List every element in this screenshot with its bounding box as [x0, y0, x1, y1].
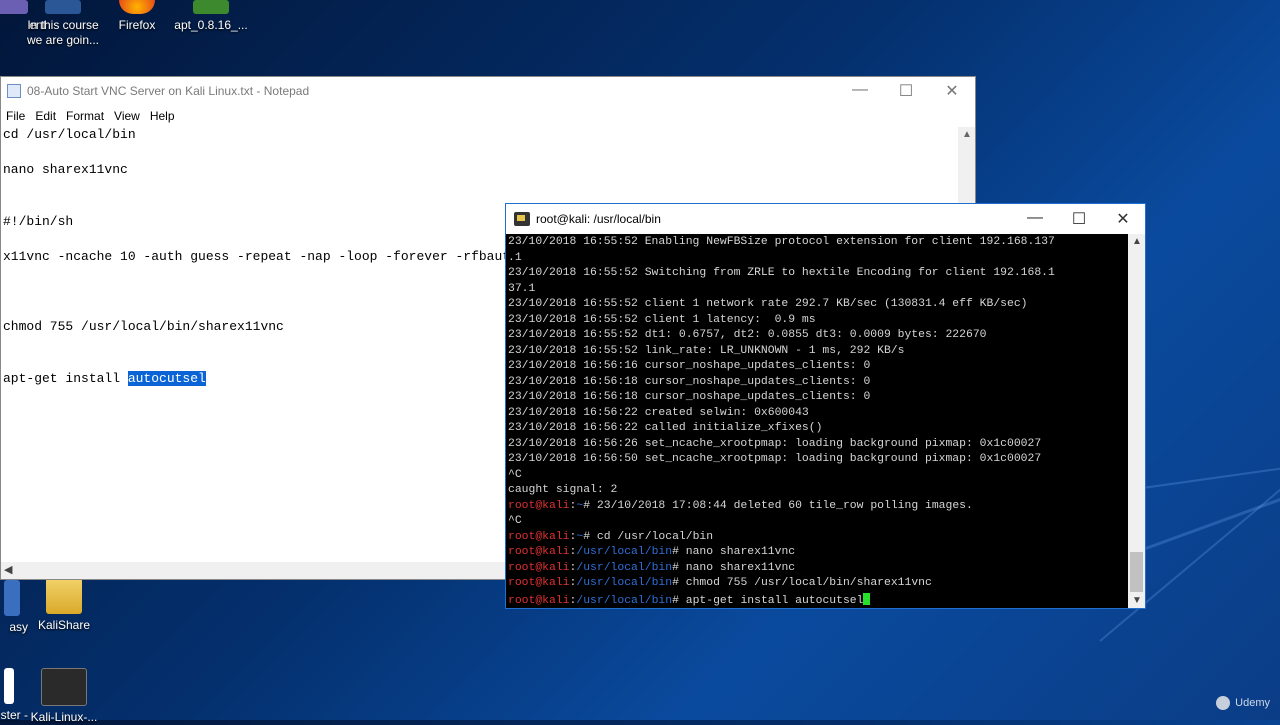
- scroll-down-icon[interactable]: ▼: [1132, 595, 1142, 606]
- notepad-titlebar[interactable]: 08-Auto Start VNC Server on Kali Linux.t…: [1, 77, 975, 105]
- text-line: cd /usr/local/bin: [3, 127, 136, 142]
- terminal-prompt-line: root@kali:~# 23/10/2018 17:08:44 deleted…: [508, 499, 973, 512]
- scroll-up-icon[interactable]: ▲: [962, 129, 972, 140]
- terminal-log-line: 23/10/2018 16:56:18 cursor_noshape_updat…: [508, 375, 871, 388]
- desktop-icon-apt-archive[interactable]: apt_0.8.16_...: [171, 0, 251, 33]
- prompt-user: root@kali: [508, 499, 570, 512]
- window-controls: — ☐ ✕: [1013, 209, 1145, 229]
- udemy-watermark: Udemy: [1216, 696, 1270, 710]
- close-icon[interactable]: ✕: [1101, 209, 1145, 229]
- terminal-prompt-line: root@kali:/usr/local/bin# nano sharex11v…: [508, 546, 796, 558]
- window-controls: — ☐ ✕: [837, 81, 975, 101]
- terminal-prompt-line: ^C: [508, 515, 522, 527]
- prompt-path: /usr/local/bin: [576, 577, 673, 589]
- terminal-log-line: 23/10/2018 16:56:18 cursor_noshape_updat…: [508, 391, 871, 403]
- terminal-log-line: 23/10/2018 16:55:52 client 1 latency: 0.…: [508, 313, 816, 326]
- app-icon: [4, 580, 20, 616]
- menu-help[interactable]: Help: [149, 109, 176, 123]
- desktop-icon-course-doc[interactable]: In this course we are goin...: [23, 0, 103, 48]
- terminal-titlebar[interactable]: root@kali: /usr/local/bin — ☐ ✕: [506, 204, 1145, 234]
- archive-icon: [193, 0, 229, 14]
- terminal-log-line: 23/10/2018 16:56:50 set_ncache_xrootpmap…: [508, 453, 1042, 465]
- terminal-window[interactable]: root@kali: /usr/local/bin — ☐ ✕ 23/10/20…: [505, 203, 1146, 609]
- desktop-icon-firefox[interactable]: Firefox: [97, 0, 177, 33]
- firefox-icon: [119, 0, 155, 14]
- prompt-user: root@kali: [508, 577, 570, 589]
- shared-folder-icon: [46, 578, 82, 614]
- terminal-log-line: 23/10/2018 16:56:22 called initialize_xf…: [508, 422, 823, 434]
- app-icon: [4, 668, 14, 704]
- text-line: apt-get install: [3, 371, 128, 386]
- terminal-log-line: 23/10/2018 16:55:52 dt1: 0.6757, dt2: 0.…: [508, 329, 987, 341]
- word-document-icon: [45, 0, 81, 14]
- menu-file[interactable]: File: [5, 109, 26, 123]
- prompt-path: /usr/local/bin: [576, 594, 673, 607]
- terminal-log-line: ^C: [508, 468, 522, 481]
- maximize-icon[interactable]: ☐: [1057, 209, 1101, 229]
- terminal-cursor: [863, 592, 871, 605]
- prompt-user: root@kali: [508, 594, 570, 607]
- terminal-title: root@kali: /usr/local/bin: [536, 212, 661, 226]
- terminal-log-line: caught signal: 2: [508, 484, 618, 496]
- prompt-command: nano sharex11vnc: [678, 561, 796, 574]
- terminal-scrollbar[interactable]: ▲ ▼: [1128, 234, 1145, 608]
- terminal-prompt-line: root@kali:/usr/local/bin# nano sharex11v…: [508, 561, 796, 574]
- text-line: x11vnc -ncache 10 -auth guess -repeat -n…: [3, 249, 511, 264]
- text-line: nano sharex11vnc: [3, 162, 128, 177]
- putty-icon: [514, 212, 530, 226]
- terminal-log-line: 23/10/2018 16:55:52 link_rate: LR_UNKNOW…: [508, 344, 905, 357]
- watermark-label: Udemy: [1235, 697, 1270, 709]
- terminal-prompt-line: root@kali:~# cd /usr/local/bin: [508, 530, 714, 543]
- terminal-log-line: .1: [508, 251, 522, 264]
- prompt-command: cd /usr/local/bin: [590, 530, 714, 543]
- terminal-log-line: 23/10/2018 16:56:22 created selwin: 0x60…: [508, 406, 809, 419]
- terminal-log-line: 23/10/2018 16:55:52 Switching from ZRLE …: [508, 267, 1055, 279]
- terminal-output[interactable]: 23/10/2018 16:55:52 Enabling NewFBSize p…: [508, 234, 1127, 608]
- text-line: #!/bin/sh: [3, 214, 74, 229]
- menu-format[interactable]: Format: [65, 109, 105, 123]
- prompt-user: root@kali: [508, 530, 570, 543]
- prompt-command: nano sharex11vnc: [678, 546, 796, 558]
- notepad-menubar: File Edit Format View Help: [1, 105, 975, 127]
- udemy-logo-icon: [1216, 696, 1231, 710]
- prompt-command: chmod 755 /usr/local/bin/sharex11vnc: [678, 577, 932, 589]
- desktop-icon-kalishare[interactable]: KaliShare: [24, 578, 104, 633]
- prompt-command: ^C: [508, 515, 522, 527]
- desktop-icon-kali-linux[interactable]: Kali-Linux-...: [24, 668, 104, 725]
- terminal-prompt-line: root@kali:/usr/local/bin# apt-get instal…: [508, 592, 871, 607]
- terminal-prompt-line: root@kali:/usr/local/bin# chmod 755 /usr…: [508, 577, 932, 589]
- terminal-log-line: 23/10/2018 16:56:16 cursor_noshape_updat…: [508, 360, 871, 372]
- minimize-icon[interactable]: —: [837, 81, 883, 101]
- prompt-path: /usr/local/bin: [576, 546, 673, 558]
- minimize-icon[interactable]: —: [1013, 209, 1057, 229]
- prompt-command: 23/10/2018 17:08:44 deleted 60 tile_row …: [590, 499, 973, 512]
- prompt-command: apt-get install autocutsel: [678, 594, 864, 607]
- terminal-log-line: 23/10/2018 16:56:26 set_ncache_xrootpmap…: [508, 437, 1042, 450]
- prompt-path: /usr/local/bin: [576, 561, 673, 574]
- notepad-icon: [7, 84, 21, 98]
- prompt-user: root@kali: [508, 561, 570, 574]
- selected-text: autocutsel: [127, 371, 206, 386]
- scroll-left-icon[interactable]: ◀: [4, 563, 12, 576]
- terminal-log-line: 23/10/2018 16:55:52 client 1 network rat…: [508, 298, 1028, 310]
- menu-edit[interactable]: Edit: [34, 109, 57, 123]
- maximize-icon[interactable]: ☐: [883, 81, 929, 101]
- terminal-log-line: 37.1: [508, 282, 536, 295]
- text-line: chmod 755 /usr/local/bin/sharex11vnc: [3, 319, 284, 334]
- text-line-install: apt-get install autocutsel: [3, 371, 206, 386]
- scroll-thumb[interactable]: [1130, 552, 1143, 592]
- scroll-up-icon[interactable]: ▲: [1132, 236, 1142, 247]
- vm-image-icon: [41, 668, 87, 706]
- terminal-log-line: 23/10/2018 16:55:52 Enabling NewFBSize p…: [508, 236, 1055, 248]
- notepad-title: 08-Auto Start VNC Server on Kali Linux.t…: [27, 84, 310, 98]
- menu-view[interactable]: View: [113, 109, 141, 123]
- close-icon[interactable]: ✕: [929, 81, 975, 101]
- prompt-user: root@kali: [508, 546, 570, 558]
